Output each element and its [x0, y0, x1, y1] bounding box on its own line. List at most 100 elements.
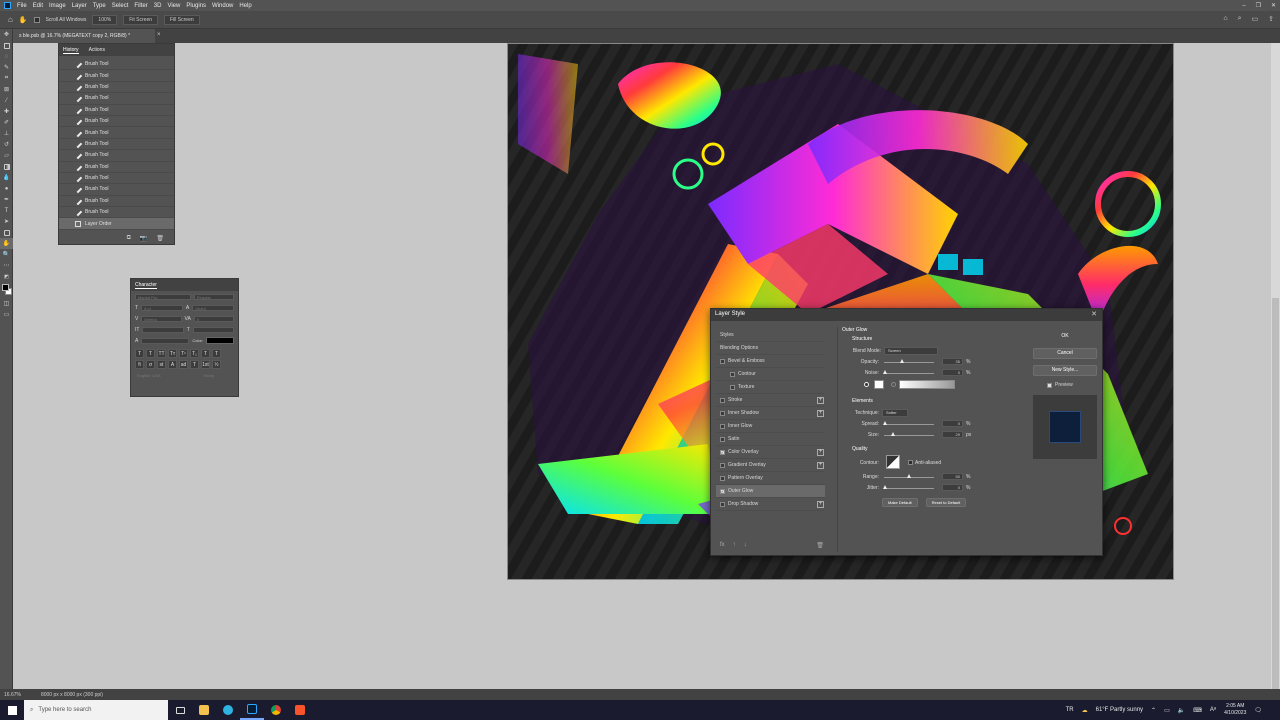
document-info[interactable]: 8000 px x 8000 px (300 ppi)	[41, 692, 103, 698]
add-effect-instance-icon[interactable]: +	[817, 501, 824, 508]
crop-tool-icon[interactable]: ⌗	[0, 73, 13, 84]
workspace-icon[interactable]: ▭	[1252, 15, 1259, 23]
fit-screen-button[interactable]: Fit Screen	[123, 14, 159, 25]
zoom-tool-icon[interactable]: 🔍	[0, 249, 13, 260]
quick-select-tool-icon[interactable]: ✎	[0, 62, 13, 73]
effect-item-gradient-overlay[interactable]: Gradient Overlay +	[716, 459, 825, 472]
eraser-tool-icon[interactable]: ▱	[0, 150, 13, 161]
effect-checkbox[interactable]	[730, 384, 735, 390]
opentype-button[interactable]: 1st	[201, 360, 210, 369]
range-slider-knob[interactable]	[907, 474, 911, 478]
effect-checkbox[interactable]	[720, 501, 725, 507]
history-item[interactable]: Brush Tool	[59, 70, 174, 82]
add-effect-instance-icon[interactable]: +	[817, 449, 824, 456]
history-item-selected[interactable]: Layer Order	[59, 218, 174, 230]
close-tab-icon[interactable]: ×	[157, 32, 161, 38]
gradient-radio[interactable]	[891, 382, 896, 387]
effect-checkbox[interactable]	[720, 462, 725, 468]
fx-icon[interactable]: fx	[720, 542, 725, 548]
move-down-icon[interactable]: ↓	[744, 542, 747, 548]
blur-tool-icon[interactable]: 💧	[0, 172, 13, 183]
delete-effect-icon[interactable]: 🗑	[816, 542, 824, 549]
opentype-button[interactable]: A	[168, 360, 177, 369]
fill-screen-button[interactable]: Fill Screen	[164, 14, 200, 25]
text-color-swatch[interactable]	[206, 337, 234, 344]
history-item[interactable]: Brush Tool	[59, 173, 174, 185]
healing-tool-icon[interactable]: ✚	[0, 106, 13, 117]
eyedropper-tool-icon[interactable]: ⁄	[0, 95, 13, 106]
spread-field[interactable]: 0	[942, 420, 963, 427]
effect-item-texture[interactable]: Texture	[716, 381, 825, 394]
effect-checkbox[interactable]	[720, 423, 725, 429]
spread-slider-knob[interactable]	[883, 421, 887, 425]
opacity-slider-knob[interactable]	[900, 359, 904, 363]
effect-item-outer-glow[interactable]: ✓ Outer Glow	[716, 485, 825, 498]
history-item[interactable]: Brush Tool	[59, 82, 174, 94]
history-item[interactable]: Brush Tool	[59, 105, 174, 116]
technique-select[interactable]: Softer	[882, 408, 908, 417]
history-brush-tool-icon[interactable]: ↺	[0, 139, 13, 150]
effect-item-pattern-overlay[interactable]: Pattern Overlay	[716, 472, 825, 485]
font-size-field[interactable]: 8 pt	[141, 304, 183, 311]
effect-checkbox[interactable]	[720, 475, 725, 481]
move-tool-icon[interactable]: ✥	[0, 29, 13, 40]
kerning-field[interactable]: 0	[193, 315, 234, 322]
contour-picker[interactable]	[886, 455, 900, 469]
history-item[interactable]: Brush Tool	[59, 207, 174, 219]
ok-button[interactable]: OK	[1033, 331, 1097, 342]
new-document-from-state-icon[interactable]: ⧉	[127, 235, 131, 242]
screen-mode-icon[interactable]: ▭	[0, 309, 13, 320]
scroll-all-windows-checkbox[interactable]	[33, 16, 40, 23]
frame-tool-icon[interactable]: ⊠	[0, 84, 13, 95]
menu-3d[interactable]: 3D	[151, 3, 165, 9]
home-screen-icon[interactable]: ⌂	[1223, 15, 1227, 23]
styles-header[interactable]: Styles	[716, 329, 825, 342]
size-field[interactable]: 29	[942, 431, 963, 438]
type-tool-icon[interactable]: T	[0, 205, 13, 216]
history-item[interactable]: Brush Tool	[59, 116, 174, 128]
opentype-button[interactable]: ½	[212, 360, 221, 369]
home-icon[interactable]: ⌂	[8, 15, 13, 24]
spread-slider[interactable]	[884, 424, 934, 425]
language-icon[interactable]: Aᵃ	[1210, 707, 1216, 713]
pen-tool-icon[interactable]: ✒	[0, 194, 13, 205]
menu-window[interactable]: Window	[209, 3, 236, 9]
type-style-button[interactable]: T	[201, 349, 210, 358]
add-effect-instance-icon[interactable]: +	[817, 462, 824, 469]
effect-checkbox[interactable]	[720, 436, 725, 442]
preview-checkbox[interactable]	[1047, 382, 1052, 388]
effect-item-inner-shadow[interactable]: Inner Shadow +	[716, 407, 825, 420]
photoshop-taskbar-icon[interactable]	[240, 700, 264, 720]
input-language[interactable]: TR	[1066, 707, 1074, 713]
type-style-button[interactable]: Tт	[168, 349, 177, 358]
menu-layer[interactable]: Layer	[69, 3, 90, 9]
opentype-button[interactable]: fi	[135, 360, 144, 369]
history-item[interactable]: Brush Tool	[59, 196, 174, 208]
move-up-icon[interactable]: ↑	[733, 542, 736, 548]
effect-checkbox[interactable]	[720, 410, 725, 416]
effect-checkbox[interactable]: ✓	[720, 449, 725, 455]
delete-state-icon[interactable]: 🗑	[156, 235, 164, 242]
leading-field[interactable]: (Auto)	[192, 304, 234, 311]
type-style-button[interactable]: T₁	[190, 349, 199, 358]
make-default-button[interactable]: Make Default	[882, 498, 918, 507]
default-colors-icon[interactable]: ◩	[0, 271, 13, 282]
vertical-scale-field[interactable]	[142, 326, 184, 333]
clock[interactable]: 2:05 AM 4/10/2023	[1224, 703, 1246, 717]
solid-color-radio[interactable]	[864, 382, 869, 387]
menu-help[interactable]: Help	[236, 3, 254, 9]
weather-icon[interactable]: ☁	[1082, 707, 1088, 714]
effect-checkbox[interactable]: ✓	[720, 488, 725, 494]
effect-item-color-overlay[interactable]: ✓ Color Overlay +	[716, 446, 825, 459]
tab-actions[interactable]: Actions	[89, 47, 105, 53]
weather-text[interactable]: 61°F Partly sunny	[1096, 707, 1143, 713]
hand-tool-icon[interactable]: ✋	[19, 16, 28, 24]
task-view-icon[interactable]	[168, 700, 192, 720]
history-item[interactable]: Brush Tool	[59, 59, 174, 71]
baseline-shift-field[interactable]	[141, 337, 190, 344]
share-icon[interactable]: ⇪	[1268, 15, 1274, 23]
tab-history[interactable]: History	[63, 47, 79, 54]
new-style-button[interactable]: New Style...	[1033, 365, 1097, 376]
effect-item-contour[interactable]: Contour	[716, 368, 825, 381]
volume-icon[interactable]: 🔈	[1178, 707, 1185, 714]
